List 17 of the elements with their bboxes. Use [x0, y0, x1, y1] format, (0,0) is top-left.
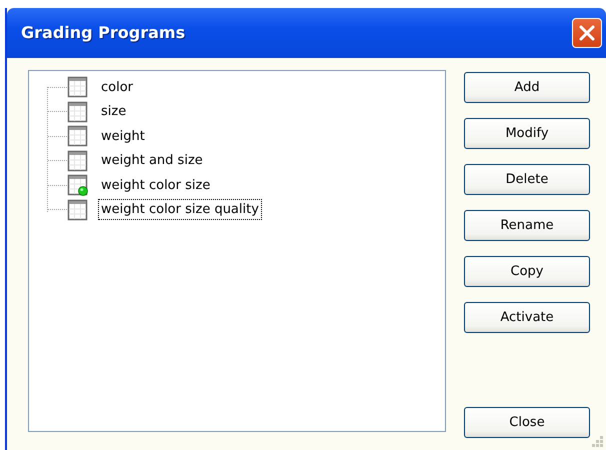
action-button[interactable]: Copy — [464, 256, 590, 287]
action-button[interactable]: Rename — [464, 210, 590, 241]
window-title: Grading Programs — [21, 22, 186, 44]
close-button[interactable]: Close — [464, 407, 590, 438]
action-button[interactable]: Delete — [464, 164, 590, 195]
resize-grip-icon[interactable] — [592, 436, 604, 448]
tree-item[interactable]: weight color size quality — [98, 199, 262, 220]
tree-item[interactable]: weight and size — [98, 150, 206, 172]
tree-item[interactable]: size — [98, 101, 130, 122]
close-icon-button[interactable] — [572, 18, 602, 48]
action-button[interactable]: Modify — [464, 118, 590, 149]
action-button[interactable]: Add — [464, 72, 590, 103]
tree-item[interactable]: weight — [98, 126, 148, 147]
tree-item[interactable]: weight color size — [98, 174, 214, 196]
action-button[interactable]: Activate — [464, 302, 590, 333]
close-icon — [578, 24, 596, 42]
tree-item[interactable]: color — [98, 76, 136, 98]
